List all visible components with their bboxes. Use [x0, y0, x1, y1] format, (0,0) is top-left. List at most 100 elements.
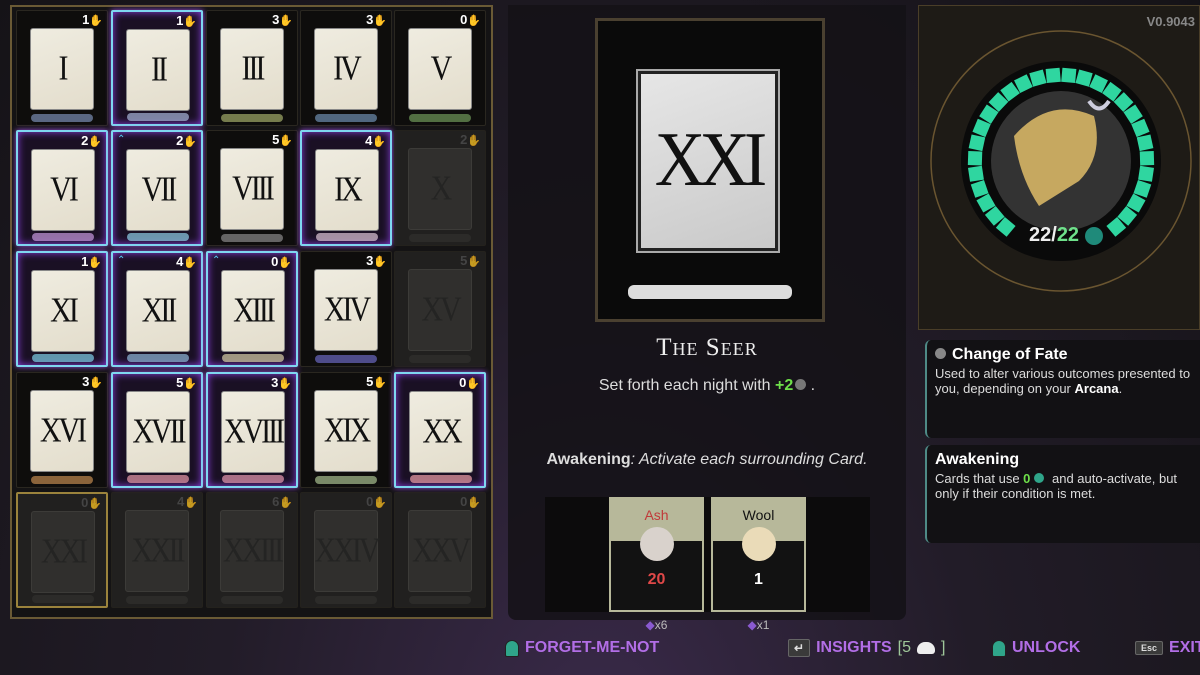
card-title: The Seer: [656, 334, 758, 361]
grasp-counter: 22/22: [1029, 224, 1103, 247]
info-title: Awakening: [935, 451, 1020, 468]
card-script-band: [222, 354, 284, 362]
arcana-card-xxiii[interactable]: 6✋ XXIII: [206, 492, 298, 608]
card-cost: 0✋: [81, 495, 102, 510]
card-numeral: XI: [50, 291, 79, 330]
resource-name: Ash: [644, 507, 669, 523]
card-script-band: [409, 234, 471, 242]
info-awakening: Awakening Cards that use 0 and auto-acti…: [925, 445, 1200, 543]
card-script-band: [316, 233, 378, 241]
card-face: XIV: [314, 269, 378, 351]
card-numeral: XX: [422, 412, 462, 451]
card-face: XXI: [636, 69, 780, 253]
card-numeral: XXI: [40, 532, 88, 571]
hint-label: UNLOCK: [1012, 639, 1081, 656]
arcana-card-iv[interactable]: 3✋ IV: [300, 10, 392, 126]
version-label: V0.9043: [1146, 14, 1195, 29]
arcana-card-iii[interactable]: 3✋ III: [206, 10, 298, 126]
forget-me-not-button[interactable]: FORGET-ME-NOT: [505, 639, 659, 657]
insights-button[interactable]: ↵ INSIGHTS [5]: [788, 639, 945, 657]
resource-required: 1: [754, 571, 763, 588]
grasp-hand-icon: ✋: [279, 497, 293, 509]
info-text: Used to alter various outcomes presented…: [935, 366, 1191, 396]
card-script-band: [31, 476, 93, 484]
grasp-hand-icon: ✋: [373, 497, 387, 509]
arcana-card-ii[interactable]: 1✋ II: [111, 10, 203, 126]
card-cost: 2✋: [81, 133, 102, 148]
card-numeral: XVIII: [223, 412, 285, 451]
grasp-hand-icon: [1084, 226, 1103, 245]
info-title: Change of Fate: [952, 346, 1068, 363]
card-script-band: [409, 355, 471, 363]
grasp-segment: [1138, 165, 1155, 182]
arcana-card-v[interactable]: 0✋ V: [394, 10, 486, 126]
exit-button[interactable]: Esc EXIT: [1135, 639, 1200, 657]
card-face: I: [30, 28, 94, 110]
card-face: XVI: [30, 390, 94, 472]
wool-icon: [916, 642, 935, 654]
grasp-segment: [1139, 150, 1155, 166]
arcana-card-xxii[interactable]: 4✋ XXII: [111, 492, 203, 608]
resource-owned: ◆x1: [747, 618, 770, 632]
card-numeral: XV: [421, 290, 461, 329]
awakening-text: : Activate each surrounding Card.: [630, 451, 868, 468]
grasp-hand-icon: ✋: [89, 15, 103, 27]
grasp-hand-icon: ✋: [373, 15, 387, 27]
card-numeral: III: [241, 49, 266, 88]
arcana-card-ix[interactable]: 4✋ IX: [300, 130, 392, 246]
card-face: II: [126, 29, 190, 111]
card-script-band: [31, 114, 93, 122]
card-face: XIII: [221, 270, 285, 352]
grasp-hand-icon: ✋: [89, 377, 103, 389]
card-face: XV: [408, 269, 472, 351]
arcana-card-xix[interactable]: 5✋ XIX: [300, 372, 392, 488]
arcana-card-xiii[interactable]: ⌃ 0✋ XIII: [206, 251, 298, 367]
grasp-segment: [1136, 134, 1154, 152]
card-face: XXV: [408, 510, 472, 592]
arcana-card-xxiv[interactable]: 0✋ XXIV: [300, 492, 392, 608]
card-face: XXI: [31, 511, 95, 593]
grasp-hand-icon: ✋: [278, 257, 292, 269]
grasp-hand-icon: ✋: [183, 257, 197, 269]
arcana-card-vi[interactable]: 2✋ VI: [16, 130, 108, 246]
arcana-card-xi[interactable]: 1✋ XI: [16, 251, 108, 367]
card-script-band: [628, 285, 792, 299]
card-description: Set forth each night with +2 .: [508, 377, 906, 395]
card-numeral: XXI: [654, 118, 767, 203]
arcana-card-xxv[interactable]: 0✋ XXV: [394, 492, 486, 608]
card-cost: 0✋: [271, 254, 292, 269]
arcana-card-xiv[interactable]: 3✋ XIV: [300, 251, 392, 367]
hint-label: EXIT: [1169, 639, 1200, 656]
arcana-card-i[interactable]: 1✋ I: [16, 10, 108, 126]
card-cost: 2✋: [176, 133, 197, 148]
card-cost: 5✋: [176, 375, 197, 390]
arcana-card-xii[interactable]: ⌃ 4✋ XII: [111, 251, 203, 367]
grasp-segment: [967, 165, 984, 182]
arcana-card-xv[interactable]: 5✋ XV: [394, 251, 486, 367]
arcana-card-xviii[interactable]: 3✋ XVIII: [206, 372, 298, 488]
arcana-card-xxi[interactable]: 0✋ XXI: [16, 492, 108, 608]
card-cost: 4✋: [177, 494, 198, 509]
arcana-card-xvi[interactable]: 3✋ XVI: [16, 372, 108, 488]
card-script-band: [32, 354, 94, 362]
card-script-band: [409, 596, 471, 604]
card-cost: 1✋: [81, 254, 102, 269]
card-numeral: VI: [50, 170, 79, 209]
card-numeral: II: [151, 50, 168, 89]
arcana-card-vii[interactable]: ⌃ 2✋ VII: [111, 130, 203, 246]
card-cost: 6✋: [272, 494, 293, 509]
card-cost: 5✋: [272, 132, 293, 147]
card-numeral: XXIII: [222, 531, 284, 570]
arcana-card-xvii[interactable]: 5✋ XVII: [111, 372, 203, 488]
arcana-card-xx[interactable]: 0✋ XX: [394, 372, 486, 488]
card-face: VI: [31, 149, 95, 231]
card-numeral: XII: [141, 291, 178, 330]
card-face: XVIII: [221, 391, 285, 473]
arcana-card-x[interactable]: 2✋ X: [394, 130, 486, 246]
card-script-band: [221, 234, 283, 242]
unlock-button[interactable]: UNLOCK: [992, 639, 1080, 657]
grasp-hand-icon: ✋: [183, 136, 197, 148]
arcana-card-viii[interactable]: 5✋ VIII: [206, 130, 298, 246]
card-script-band: [126, 596, 188, 604]
card-script-band: [315, 355, 377, 363]
